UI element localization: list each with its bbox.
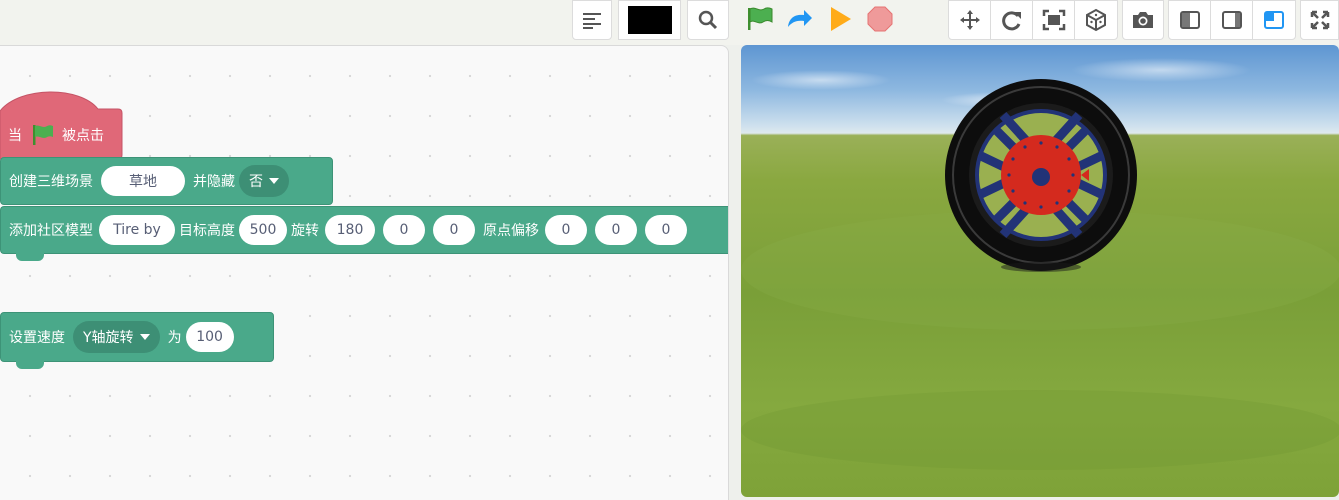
as-label: 为 bbox=[167, 330, 182, 346]
model-input[interactable]: Tire by bbox=[99, 215, 175, 245]
off-y-input[interactable]: 0 bbox=[595, 215, 637, 245]
set-speed-label: 设置速度 bbox=[9, 330, 65, 346]
scene-input[interactable]: 草地 bbox=[101, 166, 185, 196]
height-label: 目标高度 bbox=[179, 223, 235, 239]
play-triangle-icon bbox=[831, 7, 851, 31]
layout-left-button[interactable] bbox=[1168, 0, 1211, 40]
rotate-label: 旋转 bbox=[291, 223, 319, 239]
add-model-label: 添加社区模型 bbox=[9, 223, 93, 239]
create-scene-block[interactable]: 创建三维场景 草地 并隐藏 否 bbox=[0, 157, 333, 205]
fullscreen-button[interactable] bbox=[1300, 0, 1339, 40]
camera-icon bbox=[1133, 12, 1153, 28]
speed-input[interactable]: 100 bbox=[185, 322, 234, 352]
fit-frame-icon bbox=[1042, 9, 1065, 31]
cube-view-button[interactable] bbox=[1074, 0, 1118, 40]
rotate-icon bbox=[1001, 11, 1021, 31]
green-flag-icon bbox=[748, 7, 773, 30]
rotate-button[interactable] bbox=[990, 0, 1033, 40]
align-left-icon bbox=[583, 13, 601, 29]
off-x-input[interactable]: 0 bbox=[545, 215, 587, 245]
play-button[interactable] bbox=[825, 5, 855, 33]
rot-x-input[interactable]: 180 bbox=[325, 215, 375, 245]
axis-dropdown[interactable]: Y轴旋转 bbox=[73, 321, 160, 353]
chevron-down-icon bbox=[269, 178, 279, 184]
stop-octagon-icon bbox=[867, 6, 893, 32]
cube-icon bbox=[1086, 8, 1106, 32]
hide-value: 否 bbox=[249, 174, 263, 190]
green-flag-icon bbox=[33, 125, 53, 145]
fullscreen-icon bbox=[1310, 10, 1329, 30]
search-icon bbox=[698, 10, 718, 30]
add-model-block[interactable]: 添加社区模型 Tire by 目标高度 500 旋转 180 0 0 原点偏移 … bbox=[0, 206, 728, 254]
layout-right-icon bbox=[1221, 11, 1242, 29]
align-left-button[interactable] bbox=[572, 0, 612, 40]
color-picker-button[interactable] bbox=[618, 0, 681, 40]
redo-arrow-icon bbox=[788, 10, 812, 27]
stop-button[interactable] bbox=[865, 5, 895, 33]
height-input[interactable]: 500 bbox=[239, 215, 287, 245]
screenshot-button[interactable] bbox=[1122, 0, 1164, 40]
move-arrows-icon bbox=[959, 10, 980, 30]
color-swatch bbox=[627, 6, 672, 34]
tire-model bbox=[741, 58, 1339, 470]
3d-stage-view[interactable] bbox=[741, 45, 1339, 497]
search-button[interactable] bbox=[687, 0, 729, 40]
clicked-label: 被点击 bbox=[62, 128, 104, 144]
off-z-input[interactable]: 0 bbox=[645, 215, 687, 245]
top-toolbar bbox=[0, 0, 1339, 45]
when-label: 当 bbox=[8, 128, 22, 144]
green-flag-button[interactable] bbox=[745, 5, 775, 33]
chevron-down-icon bbox=[139, 334, 150, 340]
block-notch bbox=[16, 253, 44, 261]
fit-frame-button[interactable] bbox=[1032, 0, 1075, 40]
layout-right-button[interactable] bbox=[1210, 0, 1253, 40]
layout-small-stage-icon bbox=[1264, 11, 1284, 29]
layout-left-icon bbox=[1179, 11, 1200, 29]
rot-y-input[interactable]: 0 bbox=[383, 215, 425, 245]
offset-label: 原点偏移 bbox=[483, 223, 539, 239]
layout-small-stage-button[interactable] bbox=[1252, 0, 1296, 40]
rot-z-input[interactable]: 0 bbox=[433, 215, 475, 245]
when-flag-clicked-block[interactable]: 当 被点击 bbox=[0, 91, 124, 161]
block-notch bbox=[16, 361, 44, 369]
hide-label: 并隐藏 bbox=[193, 174, 235, 190]
set-speed-block[interactable]: 设置速度 Y轴旋转 为 100 bbox=[0, 312, 274, 362]
code-workspace[interactable]: 当 被点击 创建三维场景 草地 并隐藏 否 添加社区模型 Tire by 目标高… bbox=[0, 45, 729, 500]
hide-dropdown[interactable]: 否 bbox=[239, 165, 289, 197]
move-button[interactable] bbox=[948, 0, 991, 40]
redo-button[interactable] bbox=[785, 5, 815, 33]
axis-value: Y轴旋转 bbox=[83, 330, 134, 346]
create-scene-label: 创建三维场景 bbox=[9, 174, 93, 190]
